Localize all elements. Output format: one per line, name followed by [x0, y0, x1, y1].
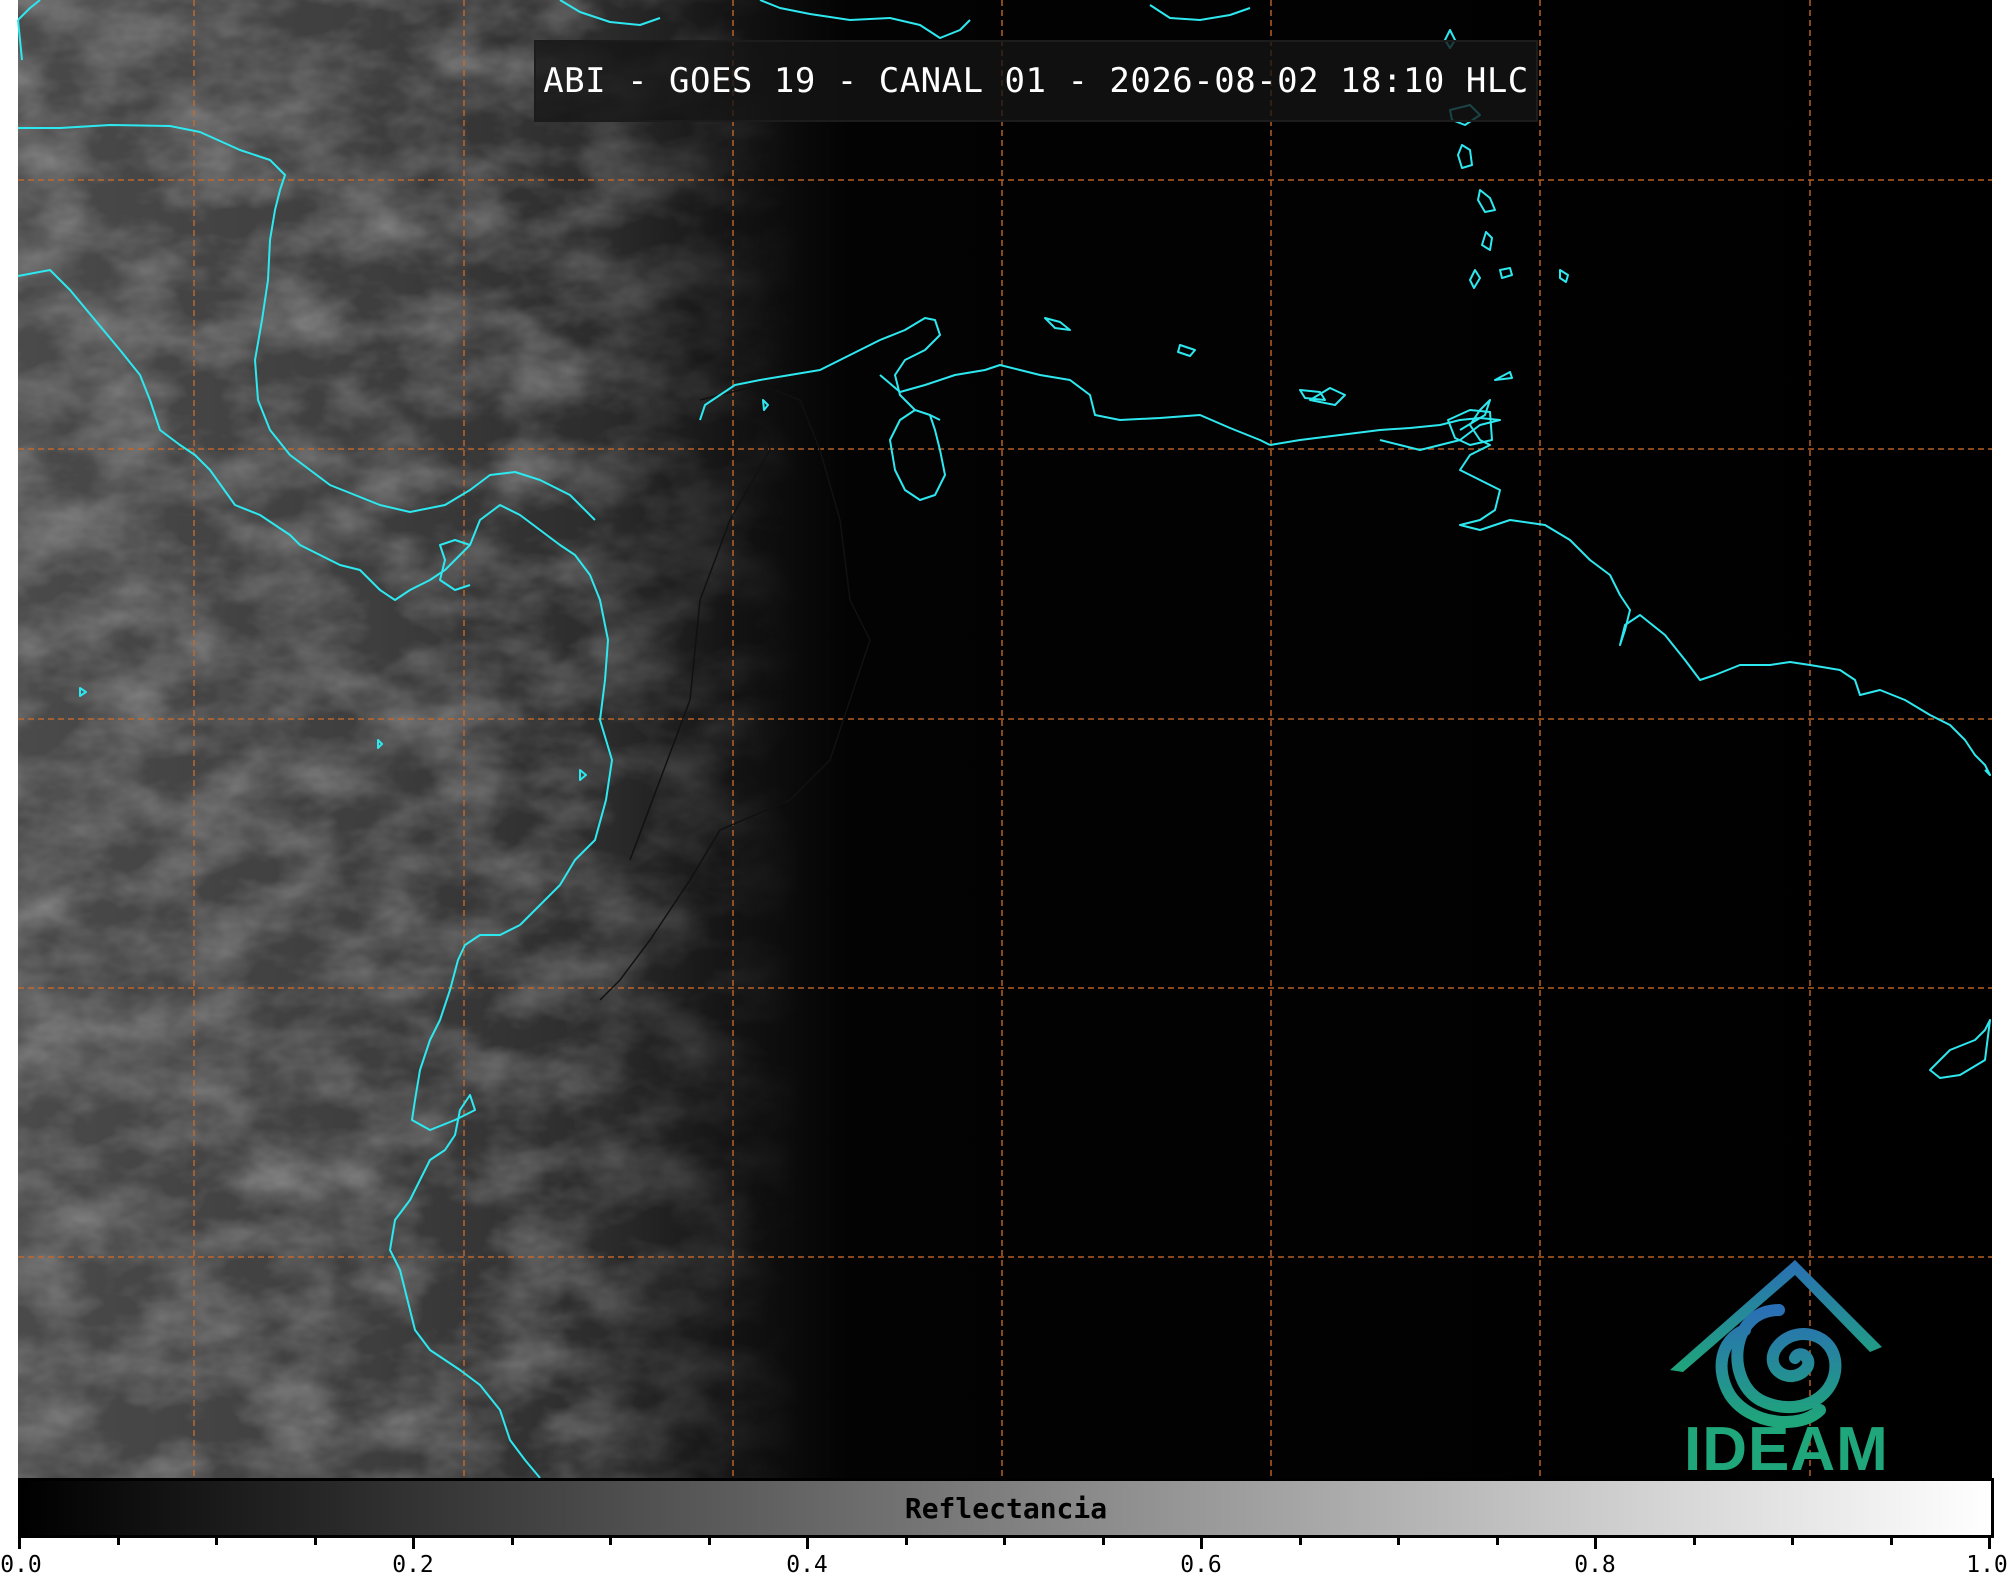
colorbar-major-tick — [18, 1536, 21, 1549]
colorbar-minor-tick — [904, 1536, 908, 1545]
colorbar-gradient: Reflectancia — [18, 1478, 1994, 1538]
colorbar-tick-label: 0.6 — [1180, 1552, 1222, 1578]
colorbar-tick-label: 0.8 — [1574, 1552, 1616, 1578]
colorbar-minor-tick — [1101, 1536, 1105, 1545]
logo-text: IDEAM — [1684, 1415, 1889, 1484]
colorbar-minor-tick — [215, 1536, 218, 1545]
colorbar-label: Reflectancia — [904, 1491, 1108, 1525]
colorbar-minor-tick — [707, 1536, 711, 1545]
colorbar-minor-tick — [1889, 1536, 1893, 1545]
colorbar: Reflectancia — [18, 1478, 1994, 1538]
colorbar-tick-label: 1.0 — [1966, 1552, 2008, 1578]
colorbar-tick-label: 0.4 — [786, 1552, 828, 1578]
colorbar-major-tick — [1200, 1536, 1203, 1549]
colorbar-major-tick — [412, 1536, 415, 1549]
colorbar-major-tick — [806, 1536, 809, 1549]
colorbar-minor-tick — [1397, 1536, 1400, 1545]
colorbar-minor-tick — [1495, 1536, 1499, 1545]
cloud-texture — [18, 0, 1992, 1478]
colorbar-minor-tick — [609, 1536, 612, 1545]
colorbar-tick-label: 0.0 — [0, 1552, 42, 1578]
colorbar-minor-tick — [1298, 1536, 1302, 1545]
colorbar-minor-tick — [1003, 1536, 1006, 1545]
satellite-map — [17, 0, 1992, 1479]
colorbar-minor-tick — [313, 1536, 317, 1545]
colorbar-minor-tick — [1692, 1536, 1696, 1545]
colorbar-minor-tick — [510, 1536, 514, 1545]
colorbar-tick-label: 0.2 — [392, 1552, 434, 1578]
colorbar-major-tick — [1594, 1536, 1597, 1549]
colorbar-major-tick — [1988, 1536, 1991, 1549]
colorbar-minor-tick — [116, 1536, 120, 1545]
map-title: ABI - GOES 19 - CANAL 01 - 2026-08-02 18… — [534, 40, 1538, 122]
colorbar-minor-tick — [1791, 1536, 1794, 1545]
